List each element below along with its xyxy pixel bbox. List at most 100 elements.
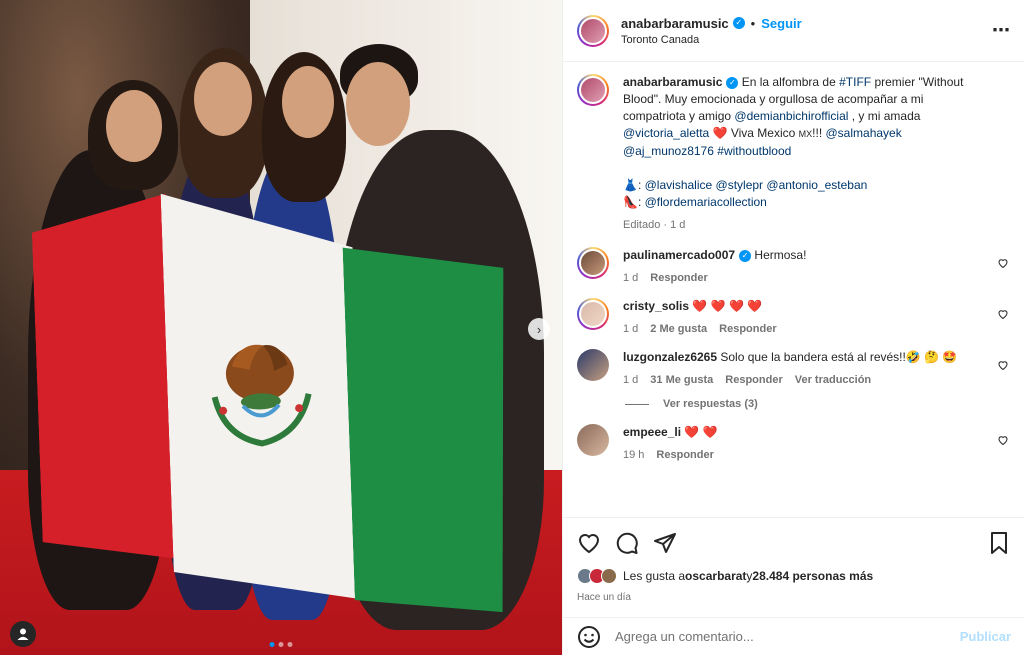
tagged-users-button[interactable] — [10, 621, 36, 647]
person-2-face — [194, 62, 252, 136]
replies-divider — [625, 403, 649, 405]
post-location[interactable]: Toronto Canada — [621, 34, 992, 46]
caption-part: : — [637, 178, 645, 192]
caption-part: !!! — [812, 126, 826, 140]
like-comment-heart-icon[interactable] — [997, 308, 1009, 320]
more-options-icon[interactable]: ⋯ — [992, 20, 1011, 41]
add-comment-bar: Publicar — [563, 617, 1024, 655]
likes-prefix: Les gusta a — [623, 569, 686, 583]
liker-avatars — [577, 568, 617, 584]
flag-coat-of-arms — [211, 344, 312, 447]
post-header: anabarbaramusic ✓ • Seguir Toronto Canad… — [563, 0, 1024, 62]
commenter-avatar[interactable] — [577, 298, 609, 330]
comment-bubble-icon[interactable] — [615, 531, 639, 555]
author-avatar[interactable] — [577, 14, 609, 47]
mention-link[interactable]: @demianbichirofficial — [734, 109, 848, 123]
flag-green-stripe — [340, 182, 515, 617]
post-actions: Les gusta a oscarbarat y 28.484 personas… — [563, 517, 1024, 617]
reply-button[interactable]: Responder — [725, 374, 782, 386]
follow-button[interactable]: Seguir — [761, 16, 801, 31]
view-replies-button[interactable]: Ver respuestas (3) — [625, 398, 1011, 410]
verified-badge-icon: ✓ — [739, 249, 752, 262]
like-comment-heart-icon[interactable] — [997, 434, 1009, 446]
commenter-avatar[interactable] — [577, 349, 609, 381]
carousel-dot — [269, 642, 275, 647]
caption-part: En la alfombra de — [738, 75, 840, 89]
verified-badge-icon: ✓ — [732, 17, 745, 29]
save-bookmark-icon[interactable] — [987, 531, 1011, 555]
dress-emoji: 👗 — [623, 178, 638, 192]
liker-username[interactable]: oscarbarat — [685, 569, 746, 583]
caption-part: , y mi amada — [848, 109, 921, 123]
hashtag-tiff[interactable]: #TIFF — [839, 75, 871, 89]
see-translation-button[interactable]: Ver traducción — [795, 374, 871, 386]
caption-part: ❤️ Viva Mexico — [709, 126, 799, 140]
caption-avatar[interactable] — [577, 74, 609, 106]
mexico-flag-emoji: MX — [798, 129, 813, 139]
author-username[interactable]: anabarbaramusic — [621, 16, 729, 31]
mexican-flag — [31, 182, 516, 628]
mention-link[interactable]: @salmahayek — [826, 126, 902, 140]
reply-button[interactable]: Responder — [650, 272, 707, 284]
like-comment-heart-icon[interactable] — [997, 359, 1009, 371]
commenter-avatar[interactable] — [577, 247, 609, 279]
comment-text: Solo que la bandera está al revés!!🤣 🤔 🤩 — [720, 350, 958, 364]
carousel-dot — [278, 642, 284, 647]
comment-text: ❤️ ❤️ ❤️ ❤️ — [692, 299, 763, 313]
share-paper-plane-icon[interactable] — [653, 531, 677, 555]
mention-link[interactable]: @victoria_aletta — [623, 126, 709, 140]
next-photo-button[interactable]: › — [528, 318, 550, 340]
comment-likes[interactable]: 2 Me gusta — [650, 323, 707, 335]
comment-likes[interactable]: 31 Me gusta — [650, 374, 713, 386]
reply-button[interactable]: Responder — [719, 323, 776, 335]
mention-link[interactable]: @flordemariacollection — [645, 195, 767, 209]
publish-button[interactable]: Publicar — [960, 629, 1011, 644]
person-1-face — [106, 90, 162, 162]
hashtag-link[interactable]: #withoutblood — [717, 144, 791, 158]
like-heart-icon[interactable] — [577, 531, 601, 555]
mention-link[interactable]: @lavishalice — [645, 178, 713, 192]
comment-item: paulinamercado007 ✓ Hermosa! 1 d Responder — [577, 247, 1011, 284]
reply-button[interactable]: Responder — [656, 449, 713, 461]
commenter-avatar[interactable] — [577, 424, 609, 456]
comment-item: empeee_li ❤️ ❤️ 19 h Responder — [577, 424, 1011, 461]
view-replies-label: Ver respuestas (3) — [663, 398, 758, 410]
caption-username[interactable]: anabarbaramusic — [623, 75, 722, 89]
likes-count[interactable]: 28.484 personas más — [752, 569, 873, 583]
comment-username[interactable]: paulinamercado007 — [623, 248, 735, 262]
emoji-picker-icon[interactable] — [577, 625, 601, 649]
caption: anabarbaramusic ✓ En la alfombra de #TIFF… — [577, 74, 1011, 231]
edited-label: Editado · 1 d — [623, 219, 686, 231]
comment-item: luzgonzalez6265 Solo que la bandera está… — [577, 349, 1011, 386]
mention-link[interactable]: @aj_munoz8176 — [623, 144, 714, 158]
comment-time[interactable]: 1 d — [623, 374, 638, 386]
post-detail-pane: anabarbaramusic ✓ • Seguir Toronto Canad… — [562, 0, 1024, 655]
comment-time[interactable]: 19 h — [623, 449, 644, 461]
comments-list[interactable]: anabarbaramusic ✓ En la alfombra de #TIFF… — [563, 62, 1024, 517]
like-comment-heart-icon[interactable] — [997, 257, 1009, 269]
person-4-face — [346, 62, 410, 146]
user-icon — [17, 628, 29, 640]
comment-input[interactable] — [615, 629, 960, 644]
comment-username[interactable]: cristy_solis — [623, 299, 689, 313]
carousel-dot — [287, 642, 293, 647]
comment-text: ❤️ ❤️ — [684, 425, 718, 439]
liker-avatar — [601, 568, 617, 584]
flag-red-stripe — [31, 194, 181, 628]
verified-badge-icon: ✓ — [726, 76, 739, 89]
shoe-emoji: 👠 — [623, 195, 638, 209]
post-photo[interactable]: › — [0, 0, 562, 655]
carousel-dots — [269, 642, 293, 647]
post-time[interactable]: Hace un día — [577, 592, 1011, 603]
header-separator: • — [750, 15, 756, 31]
comment-text: Hermosa! — [754, 248, 807, 262]
likes-summary[interactable]: Les gusta a oscarbarat y 28.484 personas… — [577, 568, 1011, 584]
caption-text: anabarbaramusic ✓ En la alfombra de #TIFF… — [623, 74, 987, 211]
comment-time[interactable]: 1 d — [623, 323, 638, 335]
comment-username[interactable]: empeee_li — [623, 425, 681, 439]
mention-link[interactable]: @antonio_esteban — [766, 178, 867, 192]
comment-username[interactable]: luzgonzalez6265 — [623, 350, 717, 364]
comment-time[interactable]: 1 d — [623, 272, 638, 284]
person-3-face — [282, 66, 334, 138]
mention-link[interactable]: @stylepr — [716, 178, 764, 192]
